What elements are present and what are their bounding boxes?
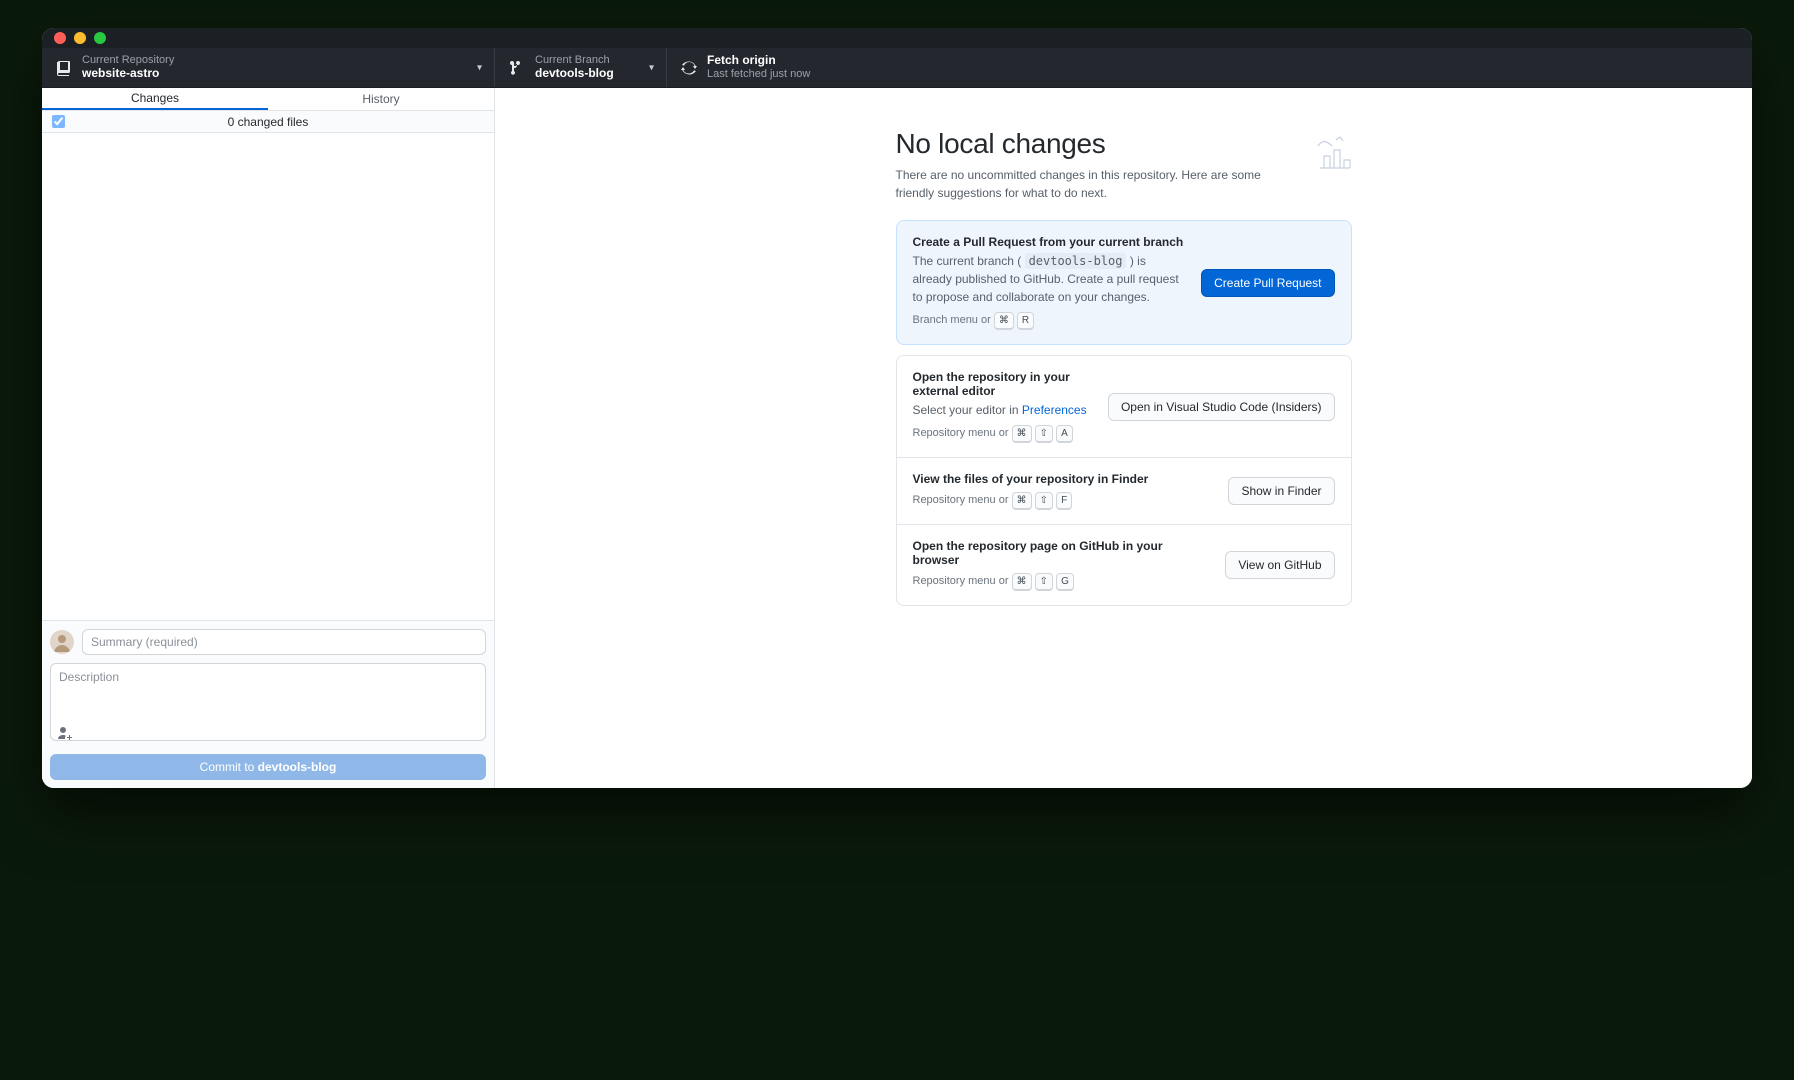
kbd: ⇧ <box>1035 573 1053 591</box>
git-branch-icon <box>509 60 525 76</box>
close-window-button[interactable] <box>54 32 66 44</box>
create-pull-request-button[interactable]: Create Pull Request <box>1201 269 1334 297</box>
commit-button-branch: devtools-blog <box>258 760 337 774</box>
card-create-pr: Create a Pull Request from your current … <box>896 220 1352 345</box>
preferences-link[interactable]: Preferences <box>1022 403 1087 417</box>
current-branch-selector[interactable]: Current Branch devtools-blog ▾ <box>495 48 667 87</box>
card-show-finder: View the files of your repository in Fin… <box>897 457 1351 524</box>
sidebar: Changes History 0 changed files <box>42 88 495 788</box>
editor-card-hint: Repository menu or ⌘ ⇧ A <box>913 425 1092 443</box>
card-open-editor: Open the repository in your external edi… <box>897 356 1351 457</box>
repo-icon <box>56 60 72 76</box>
changed-files-count: 0 changed files <box>42 115 494 129</box>
fetch-subtitle: Last fetched just now <box>707 68 810 81</box>
show-in-finder-button[interactable]: Show in Finder <box>1228 477 1334 505</box>
current-repository-selector[interactable]: Current Repository website-astro ▾ <box>42 48 495 87</box>
page-title: No local changes <box>896 128 1292 160</box>
sidebar-tabs: Changes History <box>42 88 494 111</box>
kbd: R <box>1017 312 1034 330</box>
kbd: ⌘ <box>1012 425 1032 443</box>
tab-changes[interactable]: Changes <box>42 88 268 110</box>
branch-name: devtools-blog <box>535 67 614 81</box>
kbd: ⌘ <box>1012 492 1032 510</box>
editor-card-title: Open the repository in your external edi… <box>913 370 1092 398</box>
finder-card-hint: Repository menu or ⌘ ⇧ F <box>913 492 1213 510</box>
kbd: G <box>1056 573 1074 591</box>
commit-panel: Commit to devtools-blog <box>42 620 494 788</box>
maximize-window-button[interactable] <box>94 32 106 44</box>
suggestion-cards: Open the repository in your external edi… <box>896 355 1352 606</box>
page-subtitle: There are no uncommitted changes in this… <box>896 166 1292 202</box>
toolbar: Current Repository website-astro ▾ Curre… <box>42 48 1752 88</box>
commit-button-prefix: Commit to <box>200 760 258 774</box>
chevron-down-icon: ▾ <box>477 62 482 73</box>
kbd: ⇧ <box>1035 492 1053 510</box>
add-coauthor-icon[interactable] <box>56 724 74 742</box>
fetch-origin-button[interactable]: Fetch origin Last fetched just now <box>667 48 824 87</box>
titlebar[interactable] <box>42 28 1752 48</box>
changes-header: 0 changed files <box>42 111 494 133</box>
github-card-title: Open the repository page on GitHub in yo… <box>913 539 1210 567</box>
main-panel: No local changes There are no uncommitte… <box>495 88 1752 788</box>
kbd: ⇧ <box>1035 425 1053 443</box>
finder-card-title: View the files of your repository in Fin… <box>913 472 1213 486</box>
kbd: ⌘ <box>1012 573 1032 591</box>
app-window: Current Repository website-astro ▾ Curre… <box>42 28 1752 788</box>
avatar <box>50 630 74 654</box>
minimize-window-button[interactable] <box>74 32 86 44</box>
editor-card-desc: Select your editor in Preferences <box>913 401 1092 419</box>
chevron-down-icon: ▾ <box>649 62 654 73</box>
kbd: A <box>1056 425 1073 443</box>
card-view-github: Open the repository page on GitHub in yo… <box>897 524 1351 605</box>
empty-state-illustration <box>1310 128 1358 176</box>
commit-button[interactable]: Commit to devtools-blog <box>50 754 486 780</box>
fetch-title: Fetch origin <box>707 54 810 68</box>
sync-icon <box>681 60 697 76</box>
pr-card-hint: Branch menu or ⌘ R <box>913 312 1186 330</box>
kbd: ⌘ <box>994 312 1014 330</box>
open-in-editor-button[interactable]: Open in Visual Studio Code (Insiders) <box>1108 393 1335 421</box>
view-on-github-button[interactable]: View on GitHub <box>1225 551 1334 579</box>
commit-summary-input[interactable] <box>82 629 486 655</box>
kbd: F <box>1056 492 1072 510</box>
commit-description-input[interactable] <box>50 663 486 741</box>
pr-card-desc: The current branch ( devtools-blog ) is … <box>913 252 1186 306</box>
repo-name: website-astro <box>82 67 174 81</box>
changes-list <box>42 133 494 620</box>
pr-card-title: Create a Pull Request from your current … <box>913 235 1186 249</box>
github-card-hint: Repository menu or ⌘ ⇧ G <box>913 573 1210 591</box>
tab-history[interactable]: History <box>268 88 494 110</box>
